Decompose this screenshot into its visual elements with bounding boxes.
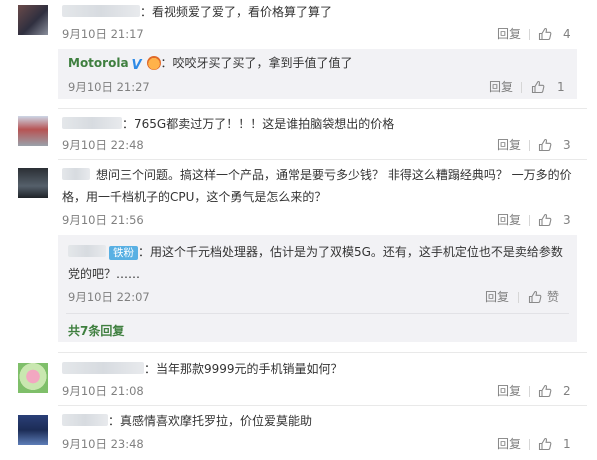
comment-text: 格，用一千档机子的CPU，这个勇气是怎么来的？ bbox=[62, 190, 327, 204]
avatar[interactable] bbox=[18, 415, 48, 445]
reply-button[interactable]: 回复 bbox=[489, 80, 513, 94]
comment-text: ：真感情喜欢摩托罗拉，价位爱莫能助 bbox=[108, 414, 313, 428]
like-label[interactable]: 赞 bbox=[547, 290, 559, 304]
timestamp: 9月10日 22:07 bbox=[68, 290, 150, 304]
comment-actions: 回复 2 bbox=[497, 384, 577, 398]
comment-text-line: ：765G都卖过万了！！！这是谁拍脑袋想出的价格 bbox=[62, 116, 394, 132]
separator bbox=[529, 215, 530, 226]
reply-text: ：用这个千元档处理器，估计是为了双模5G。还有，这手机定位也不是卖给参数 bbox=[138, 245, 563, 259]
like-count: 2 bbox=[563, 384, 571, 398]
separator bbox=[521, 82, 522, 93]
separator bbox=[529, 29, 530, 40]
like-count: 4 bbox=[563, 27, 571, 41]
fan-badge: 铁粉 bbox=[109, 246, 138, 260]
comment-actions: 回复 4 bbox=[497, 27, 577, 41]
comment-actions: 回复 3 bbox=[497, 138, 577, 152]
timestamp: 9月10日 21:27 bbox=[68, 80, 150, 94]
like-count: 3 bbox=[563, 138, 571, 152]
divider bbox=[58, 352, 587, 353]
reply-text-line: 党的吧？…… bbox=[68, 266, 140, 282]
username-blurred[interactable] bbox=[62, 362, 144, 374]
thumbs-up-icon[interactable] bbox=[538, 437, 552, 451]
timestamp: 9月10日 21:56 bbox=[62, 213, 144, 227]
divider bbox=[66, 313, 569, 314]
divider bbox=[58, 108, 587, 109]
divider bbox=[58, 405, 587, 406]
reply-button[interactable]: 回复 bbox=[497, 138, 521, 152]
reply-text: 党的吧？…… bbox=[68, 267, 141, 281]
comment-text-line: ：真感情喜欢摩托罗拉，价位爱莫能助 bbox=[62, 413, 312, 429]
like-count: 3 bbox=[563, 213, 571, 227]
thumbs-up-icon[interactable] bbox=[531, 80, 545, 94]
timestamp: 9月10日 23:48 bbox=[62, 437, 144, 451]
avatar[interactable] bbox=[18, 5, 48, 35]
username-blurred[interactable] bbox=[62, 5, 140, 17]
comment-text: ：看视频爱了爱了，看价格算了算了 bbox=[140, 5, 333, 19]
username-blurred[interactable] bbox=[68, 245, 106, 257]
reply-button[interactable]: 回复 bbox=[497, 384, 521, 398]
thumbs-up-icon[interactable] bbox=[528, 290, 542, 304]
reply-actions: 回复 1 bbox=[489, 80, 565, 94]
separator bbox=[529, 386, 530, 397]
comment-text: ：当年那款9999元的手机销量如何？ bbox=[144, 362, 343, 376]
comment-actions: 回复 1 bbox=[497, 437, 577, 451]
thumbs-up-icon[interactable] bbox=[538, 213, 552, 227]
separator bbox=[529, 140, 530, 151]
comment-text-line: ：看视频爱了爱了，看价格算了算了 bbox=[62, 4, 332, 20]
reply-box: 铁粉 ：用这个千元档处理器，估计是为了双模5G。还有，这手机定位也不是卖给参数 党… bbox=[58, 235, 577, 342]
username-blurred[interactable] bbox=[62, 117, 122, 129]
comment-actions: 回复 3 bbox=[497, 213, 577, 227]
verified-icon: V bbox=[131, 58, 142, 73]
avatar[interactable] bbox=[18, 168, 48, 198]
separator bbox=[518, 292, 519, 303]
thumbs-up-icon[interactable] bbox=[538, 138, 552, 152]
reply-button[interactable]: 回复 bbox=[497, 27, 521, 41]
reply-button[interactable]: 回复 bbox=[497, 437, 521, 451]
comment-text-line: ：当年那款9999元的手机销量如何？ bbox=[62, 361, 343, 377]
timestamp: 9月10日 22:48 bbox=[62, 138, 144, 152]
username-blurred[interactable] bbox=[62, 414, 108, 426]
reply-button[interactable]: 回复 bbox=[497, 213, 521, 227]
reply-box: Motorola V ：咬咬牙买了买了，拿到手值了值了 9月10日 21:27 回复… bbox=[58, 49, 577, 99]
reply-username[interactable]: Motorola bbox=[68, 56, 129, 70]
comment-text: 想问三个问题。搞这样一个产品，通常是要亏多少钱？ 非得这么糟蹋经典吗？ 一万多的… bbox=[96, 168, 572, 182]
like-count: 1 bbox=[557, 80, 565, 94]
reply-text: ：咬咬牙买了买了，拿到手值了值了 bbox=[160, 56, 353, 70]
timestamp: 9月10日 21:08 bbox=[62, 384, 144, 398]
comment-text-line: 想问三个问题。搞这样一个产品，通常是要亏多少钱？ 非得这么糟蹋经典吗？ 一万多的… bbox=[62, 167, 572, 183]
thumbs-up-icon[interactable] bbox=[538, 27, 552, 41]
more-replies-link[interactable]: 共7条回复 bbox=[68, 322, 124, 339]
separator bbox=[529, 439, 530, 450]
timestamp: 9月10日 21:17 bbox=[62, 27, 144, 41]
divider bbox=[58, 159, 587, 160]
like-count: 1 bbox=[563, 437, 571, 451]
avatar[interactable] bbox=[18, 116, 48, 146]
reply-text-line: Motorola V ：咬咬牙买了买了，拿到手值了值了 bbox=[68, 55, 353, 72]
reply-text-line: 铁粉 ：用这个千元档处理器，估计是为了双模5G。还有，这手机定位也不是卖给参数 bbox=[68, 244, 563, 260]
reply-actions: 回复 赞 bbox=[485, 290, 565, 304]
username-blurred[interactable] bbox=[62, 168, 90, 180]
fan-badge-icon bbox=[146, 56, 161, 70]
thumbs-up-icon[interactable] bbox=[538, 384, 552, 398]
comment-text: ：765G都卖过万了！！！这是谁拍脑袋想出的价格 bbox=[122, 117, 395, 131]
avatar[interactable] bbox=[18, 363, 48, 393]
comment-text-line: 格，用一千档机子的CPU，这个勇气是怎么来的？ bbox=[62, 189, 326, 205]
reply-button[interactable]: 回复 bbox=[485, 290, 509, 304]
